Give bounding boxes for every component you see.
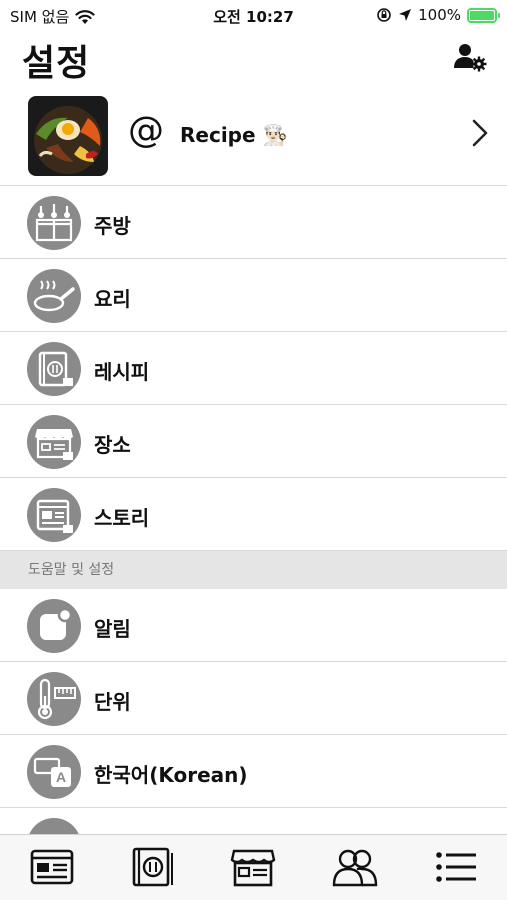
people-tab-icon — [332, 849, 378, 887]
store-tab-icon — [230, 849, 276, 887]
menu-item-story[interactable]: 스토리 — [0, 478, 507, 551]
language-icon: A — [27, 745, 81, 799]
menu-item-label: 주방 — [94, 214, 131, 238]
menu-item-units[interactable]: 단위 — [0, 662, 507, 735]
svg-text:A: A — [56, 769, 66, 785]
menu-item-recipe[interactable]: 레시피 — [0, 332, 507, 405]
frying-pan-icon — [27, 269, 81, 323]
story-tab-icon — [30, 849, 74, 885]
page-title: 설정 — [22, 43, 91, 84]
menu-item-label: 장소 — [94, 433, 131, 457]
menu-item-label: 한국어(Korean) — [94, 763, 248, 787]
kitchen-icon — [27, 196, 81, 250]
section-header-help: 도움말 및 설정 — [0, 551, 507, 589]
menu-item-label: 레시피 — [94, 360, 150, 384]
tab-recipes[interactable] — [128, 845, 176, 889]
recipe-book-icon — [27, 342, 81, 396]
tab-people[interactable] — [331, 845, 379, 889]
menu-item-kitchen[interactable]: 주방 — [0, 186, 507, 259]
orientation-lock-icon — [377, 8, 391, 22]
recipes-tab-icon — [132, 847, 173, 887]
thermometer-ruler-icon — [27, 672, 81, 726]
story-icon — [27, 488, 81, 542]
chevron-right-icon — [472, 119, 488, 147]
location-arrow-icon — [399, 9, 412, 21]
tab-story[interactable] — [28, 845, 76, 889]
menu-item-cooking[interactable]: 요리 — [0, 259, 507, 332]
menu-list-tab-icon — [436, 852, 476, 882]
profile-at-symbol: @ — [128, 110, 164, 151]
profile-row[interactable]: @ Recipe 👨🏻‍🍳 — [0, 94, 507, 186]
status-right: 100% — [376, 6, 500, 24]
menu-item-language[interactable]: A 한국어(Korean) — [0, 735, 507, 808]
profile-settings-button[interactable] — [453, 42, 487, 72]
menu-item-place[interactable]: 장소 — [0, 405, 507, 478]
menu-item-label: 단위 — [94, 690, 131, 714]
tab-menu[interactable] — [432, 845, 480, 889]
tab-bar — [0, 834, 507, 900]
menu-item-label: 알림 — [94, 617, 131, 641]
notification-icon — [27, 599, 81, 653]
status-bar: SIM 없음 오전 10:27 100% — [0, 0, 507, 30]
profile-name: Recipe 👨🏻‍🍳 — [180, 123, 288, 147]
menu-item-label: 스토리 — [94, 506, 150, 530]
battery-percent: 100% — [418, 6, 461, 24]
settings-list: 주방 요리 레시피 장소 스토리 도움말 및 설정 알림 단위 A 한국어(Ko… — [0, 186, 507, 881]
battery-icon — [467, 7, 500, 23]
menu-item-notifications[interactable]: 알림 — [0, 589, 507, 662]
menu-item-label: 요리 — [94, 287, 131, 311]
store-icon — [27, 415, 81, 469]
tab-store[interactable] — [229, 845, 277, 889]
person-gear-icon — [454, 44, 487, 72]
profile-thumbnail — [28, 96, 108, 176]
